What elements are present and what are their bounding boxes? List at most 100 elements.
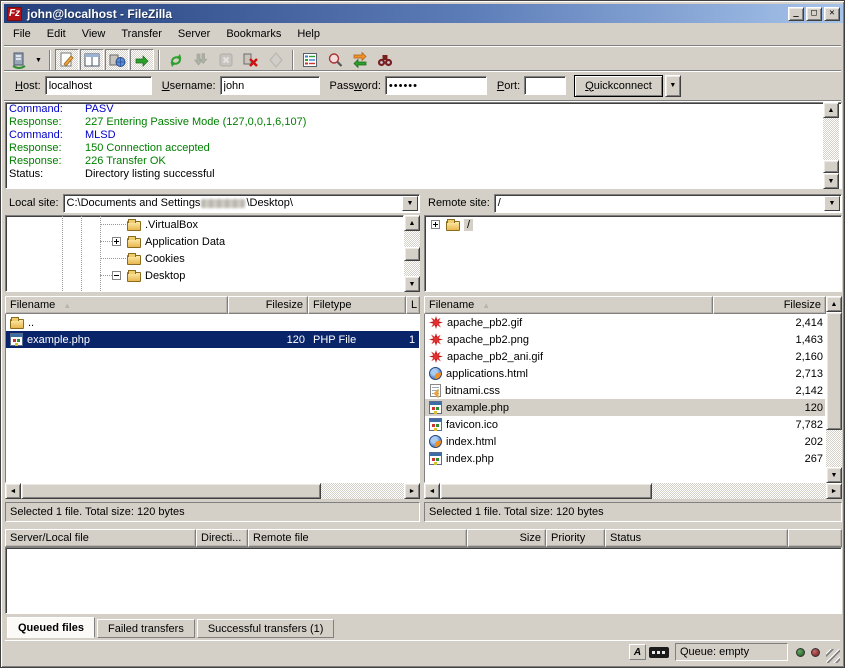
file-row[interactable]: bitnami.css 2,142 [425, 382, 825, 399]
disconnect-button[interactable] [239, 49, 263, 71]
image-file-icon [429, 316, 443, 329]
tree-item-application-data[interactable]: Application Data [6, 233, 403, 250]
image-file-icon [429, 333, 443, 346]
menu-edit[interactable]: Edit [39, 26, 74, 42]
local-site-bar: Local site: C:\Documents and Settings\De… [5, 193, 420, 213]
toggle-message-log-button[interactable] [55, 49, 79, 71]
tree-item-cookies[interactable]: Cookies [6, 250, 403, 267]
local-horizontal-scrollbar[interactable]: ◄ ► [5, 483, 420, 499]
scrollbar-thumb[interactable] [21, 483, 321, 499]
find-files-button[interactable] [373, 49, 397, 71]
column-header-filesize[interactable]: Filesize [713, 296, 826, 314]
scroll-down-icon[interactable]: ▼ [404, 276, 420, 292]
toggle-transfer-queue-button[interactable] [130, 49, 154, 71]
scroll-right-icon[interactable]: ► [826, 483, 842, 499]
file-row[interactable]: apache_pb2.png 1,463 [425, 331, 825, 348]
filezilla-app-icon[interactable]: Fz [7, 7, 22, 21]
column-header-filetype[interactable]: Filetype [308, 296, 406, 314]
menu-view[interactable]: View [74, 26, 114, 42]
local-path-combo[interactable]: C:\Documents and Settings\Desktop\ ▼ [63, 194, 420, 213]
refresh-button[interactable] [164, 49, 188, 71]
scroll-right-icon[interactable]: ► [404, 483, 420, 499]
file-row[interactable]: index.html 202 [425, 433, 825, 450]
combo-dropdown-icon[interactable]: ▼ [824, 196, 840, 211]
scroll-up-icon[interactable]: ▲ [823, 102, 839, 118]
maximize-button[interactable]: □ [806, 7, 822, 21]
tab-failed-transfers[interactable]: Failed transfers [97, 619, 195, 638]
close-button[interactable]: ✕ [824, 7, 840, 21]
file-row[interactable]: apache_pb2.gif 2,414 [425, 314, 825, 331]
file-row-selected[interactable]: example.php 120 [425, 399, 825, 416]
transfer-queue-icon [133, 51, 151, 69]
column-header-server-local-file[interactable]: Server/Local file [5, 529, 196, 547]
username-input[interactable] [220, 76, 320, 95]
file-row[interactable]: index.php 267 [425, 450, 825, 467]
column-header-lastmodified[interactable]: L [406, 296, 420, 314]
transfer-queue-list[interactable] [5, 547, 842, 614]
resize-grip[interactable] [826, 649, 840, 663]
menu-server[interactable]: Server [170, 26, 218, 42]
synchronized-browsing-button[interactable] [348, 49, 372, 71]
port-input[interactable] [524, 76, 566, 95]
quickconnect-button[interactable]: Quickconnect [574, 75, 663, 97]
tab-queued-files[interactable]: Queued files [7, 617, 95, 638]
menu-bookmarks[interactable]: Bookmarks [218, 26, 289, 42]
remote-horizontal-scrollbar[interactable]: ◄ ► [424, 483, 842, 499]
column-header-priority[interactable]: Priority [546, 529, 605, 547]
file-row[interactable]: favicon.ico 7,782 [425, 416, 825, 433]
reconnect-button[interactable] [264, 49, 288, 71]
scroll-up-icon[interactable]: ▲ [404, 215, 420, 231]
column-header-remote-file[interactable]: Remote file [248, 529, 467, 547]
menu-help[interactable]: Help [289, 26, 328, 42]
directory-comparison-button[interactable] [323, 49, 347, 71]
filename-filters-button[interactable] [298, 49, 322, 71]
site-manager-button[interactable] [7, 49, 31, 71]
minimize-button[interactable]: _ [788, 7, 804, 21]
cancel-operation-button[interactable] [214, 49, 238, 71]
scroll-down-icon[interactable]: ▼ [823, 173, 839, 189]
toggle-local-tree-button[interactable] [80, 49, 104, 71]
tree-item-desktop[interactable]: Desktop [6, 267, 403, 284]
remote-vertical-scrollbar[interactable]: ▲ ▼ [826, 296, 842, 483]
file-row-parent-dir[interactable]: .. [6, 314, 419, 331]
scroll-left-icon[interactable]: ◄ [5, 483, 21, 499]
column-header-filename[interactable]: Filename▲ [424, 296, 713, 314]
scrollbar-thumb[interactable] [823, 160, 839, 173]
collapse-icon[interactable] [112, 271, 121, 280]
password-input[interactable] [385, 76, 487, 95]
tree-item-root[interactable]: / [425, 216, 841, 233]
file-row[interactable]: applications.html 2,713 [425, 365, 825, 382]
divider [4, 45, 841, 47]
menu-transfer[interactable]: Transfer [113, 26, 170, 42]
scrollbar-thumb[interactable] [404, 247, 420, 261]
column-header-filename[interactable]: Filename▲ [5, 296, 228, 314]
log-vertical-scrollbar[interactable]: ▲ ▼ [823, 102, 839, 189]
scrollbar-thumb[interactable] [440, 483, 652, 499]
tab-successful-transfers[interactable]: Successful transfers (1) [197, 619, 335, 638]
scroll-left-icon[interactable]: ◄ [424, 483, 440, 499]
column-header-direction[interactable]: Directi... [196, 529, 248, 547]
local-tree-vertical-scrollbar[interactable]: ▲ ▼ [404, 215, 420, 292]
column-header-status[interactable]: Status [605, 529, 788, 547]
scrollbar-thumb[interactable] [826, 312, 842, 430]
expand-icon[interactable] [431, 220, 440, 229]
process-queue-button[interactable] [189, 49, 213, 71]
ascii-transfer-type-icon[interactable]: A [629, 644, 646, 660]
php-file-icon [429, 452, 442, 465]
scroll-up-icon[interactable]: ▲ [826, 296, 842, 312]
remote-path-combo[interactable]: / ▼ [494, 194, 842, 213]
menu-file[interactable]: File [5, 26, 39, 42]
combo-dropdown-icon[interactable]: ▼ [402, 196, 418, 211]
scroll-down-icon[interactable]: ▼ [826, 467, 842, 483]
tree-item-virtualbox[interactable]: .VirtualBox [6, 216, 403, 233]
expand-icon[interactable] [112, 237, 121, 246]
speed-limit-icon[interactable] [649, 647, 669, 658]
file-row-example-php[interactable]: example.php 120 PHP File 1 [6, 331, 419, 348]
host-input[interactable] [45, 76, 152, 95]
site-manager-dropdown-arrow[interactable]: ▼ [32, 49, 45, 71]
column-header-size[interactable]: Size [467, 529, 546, 547]
toggle-remote-tree-button[interactable] [105, 49, 129, 71]
quickconnect-dropdown-arrow[interactable]: ▼ [665, 75, 681, 97]
column-header-filesize[interactable]: Filesize [228, 296, 308, 314]
file-row[interactable]: apache_pb2_ani.gif 2,160 [425, 348, 825, 365]
